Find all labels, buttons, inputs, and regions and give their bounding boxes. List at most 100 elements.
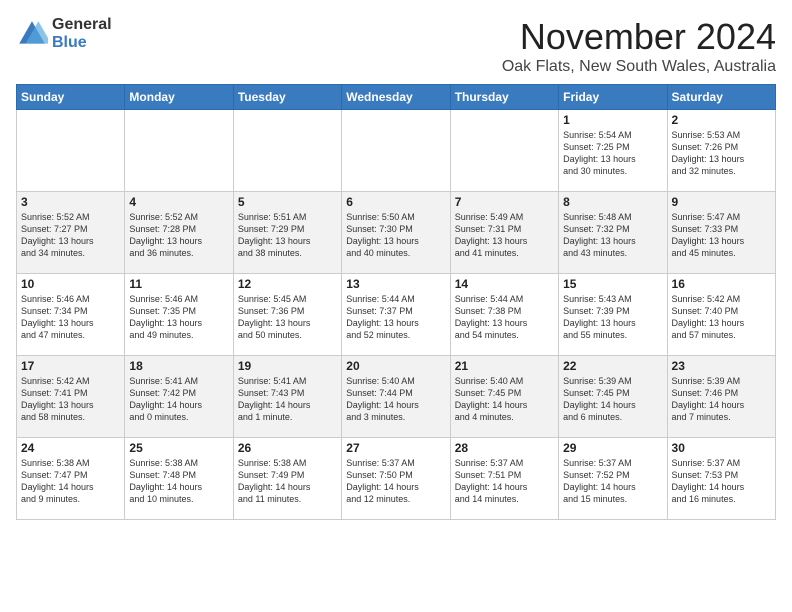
- calendar-cell: 6Sunrise: 5:50 AM Sunset: 7:30 PM Daylig…: [342, 192, 450, 274]
- calendar-cell: 13 Sunrise: 5:44 AM Sunset: 7:37 PM Dayli…: [342, 274, 450, 356]
- day-info: Sunrise: 5:38 AM Sunset: 7:47 PM Dayligh…: [21, 457, 120, 506]
- calendar-cell: [125, 110, 233, 192]
- logo: General Blue: [16, 16, 112, 51]
- header-row: SundayMondayTuesdayWednesdayThursdayFrid…: [17, 85, 776, 110]
- calendar-week-row: 3 Sunrise: 5:52 AM Sunset: 7:27 PM Daylig…: [17, 192, 776, 274]
- calendar-cell: 20 Sunrise: 5:40 AM Sunset: 7:44 PM Dayli…: [342, 356, 450, 438]
- day-info: Sunrise: 5:37 AM Sunset: 7:53 PM Dayligh…: [672, 457, 771, 506]
- calendar-cell: [17, 110, 125, 192]
- day-number: 16: [672, 277, 771, 291]
- calendar-week-row: 24 Sunrise: 5:38 AM Sunset: 7:47 PM Dayli…: [17, 438, 776, 520]
- day-number: 29: [563, 441, 662, 455]
- day-info: Sunrise: 5:45 AM Sunset: 7:36 PM Dayligh…: [238, 293, 337, 342]
- day-info: Sunrise: 5:39 AM Sunset: 7:45 PM Dayligh…: [563, 375, 662, 424]
- day-info: Sunrise: 5:41 AM Sunset: 7:42 PM Dayligh…: [129, 375, 228, 424]
- calendar-cell: 16Sunrise: 5:42 AM Sunset: 7:40 PM Dayli…: [667, 274, 775, 356]
- calendar-header: SundayMondayTuesdayWednesdayThursdayFrid…: [17, 85, 776, 110]
- header-area: General Blue November 2024 Oak Flats, Ne…: [16, 16, 776, 76]
- day-number: 3: [21, 195, 120, 209]
- day-info: Sunrise: 5:38 AM Sunset: 7:49 PM Dayligh…: [238, 457, 337, 506]
- day-info: Sunrise: 5:42 AM Sunset: 7:41 PM Dayligh…: [21, 375, 120, 424]
- day-info: Sunrise: 5:49 AM Sunset: 7:31 PM Dayligh…: [455, 211, 554, 260]
- day-info: Sunrise: 5:48 AM Sunset: 7:32 PM Dayligh…: [563, 211, 662, 260]
- day-info: Sunrise: 5:44 AM Sunset: 7:37 PM Dayligh…: [346, 293, 445, 342]
- weekday-header: Wednesday: [342, 85, 450, 110]
- day-info: Sunrise: 5:44 AM Sunset: 7:38 PM Dayligh…: [455, 293, 554, 342]
- day-info: Sunrise: 5:47 AM Sunset: 7:33 PM Dayligh…: [672, 211, 771, 260]
- day-number: 24: [21, 441, 120, 455]
- calendar-cell: 30 Sunrise: 5:37 AM Sunset: 7:53 PM Dayli…: [667, 438, 775, 520]
- day-number: 8: [563, 195, 662, 209]
- calendar-week-row: 10 Sunrise: 5:46 AM Sunset: 7:34 PM Dayli…: [17, 274, 776, 356]
- calendar-cell: 8 Sunrise: 5:48 AM Sunset: 7:32 PM Daylig…: [559, 192, 667, 274]
- day-number: 26: [238, 441, 337, 455]
- day-number: 30: [672, 441, 771, 455]
- calendar-cell: 2Sunrise: 5:53 AM Sunset: 7:26 PM Daylig…: [667, 110, 775, 192]
- title-area: November 2024 Oak Flats, New South Wales…: [502, 16, 776, 76]
- calendar-table: SundayMondayTuesdayWednesdayThursdayFrid…: [16, 84, 776, 520]
- weekday-header: Friday: [559, 85, 667, 110]
- calendar-cell: 3 Sunrise: 5:52 AM Sunset: 7:27 PM Daylig…: [17, 192, 125, 274]
- day-number: 15: [563, 277, 662, 291]
- day-number: 28: [455, 441, 554, 455]
- day-number: 20: [346, 359, 445, 373]
- day-number: 5: [238, 195, 337, 209]
- calendar-cell: 15Sunrise: 5:43 AM Sunset: 7:39 PM Dayli…: [559, 274, 667, 356]
- day-number: 9: [672, 195, 771, 209]
- weekday-header: Tuesday: [233, 85, 341, 110]
- day-info: Sunrise: 5:37 AM Sunset: 7:52 PM Dayligh…: [563, 457, 662, 506]
- day-number: 13: [346, 277, 445, 291]
- logo-blue-text: Blue: [52, 34, 112, 52]
- day-number: 1: [563, 113, 662, 127]
- weekday-header: Thursday: [450, 85, 558, 110]
- weekday-header: Monday: [125, 85, 233, 110]
- calendar-cell: 1Sunrise: 5:54 AM Sunset: 7:25 PM Daylig…: [559, 110, 667, 192]
- location-title: Oak Flats, New South Wales, Australia: [502, 58, 776, 76]
- day-number: 12: [238, 277, 337, 291]
- day-info: Sunrise: 5:37 AM Sunset: 7:51 PM Dayligh…: [455, 457, 554, 506]
- month-title: November 2024: [502, 16, 776, 58]
- day-info: Sunrise: 5:51 AM Sunset: 7:29 PM Dayligh…: [238, 211, 337, 260]
- day-number: 7: [455, 195, 554, 209]
- day-number: 19: [238, 359, 337, 373]
- day-info: Sunrise: 5:39 AM Sunset: 7:46 PM Dayligh…: [672, 375, 771, 424]
- day-info: Sunrise: 5:46 AM Sunset: 7:35 PM Dayligh…: [129, 293, 228, 342]
- logo-text: General Blue: [52, 16, 112, 51]
- day-info: Sunrise: 5:46 AM Sunset: 7:34 PM Dayligh…: [21, 293, 120, 342]
- calendar-body: 1Sunrise: 5:54 AM Sunset: 7:25 PM Daylig…: [17, 110, 776, 520]
- calendar-week-row: 17 Sunrise: 5:42 AM Sunset: 7:41 PM Dayli…: [17, 356, 776, 438]
- calendar-cell: 24 Sunrise: 5:38 AM Sunset: 7:47 PM Dayli…: [17, 438, 125, 520]
- logo-icon: [16, 18, 48, 50]
- weekday-header: Sunday: [17, 85, 125, 110]
- day-number: 25: [129, 441, 228, 455]
- logo-general-text: General: [52, 16, 112, 34]
- day-number: 14: [455, 277, 554, 291]
- day-number: 27: [346, 441, 445, 455]
- day-info: Sunrise: 5:40 AM Sunset: 7:44 PM Dayligh…: [346, 375, 445, 424]
- calendar-cell: [450, 110, 558, 192]
- day-number: 22: [563, 359, 662, 373]
- calendar-cell: 27 Sunrise: 5:37 AM Sunset: 7:50 PM Dayli…: [342, 438, 450, 520]
- calendar-cell: 18 Sunrise: 5:41 AM Sunset: 7:42 PM Dayli…: [125, 356, 233, 438]
- calendar-cell: 14 Sunrise: 5:44 AM Sunset: 7:38 PM Dayli…: [450, 274, 558, 356]
- day-number: 23: [672, 359, 771, 373]
- day-number: 11: [129, 277, 228, 291]
- calendar-cell: 4Sunrise: 5:52 AM Sunset: 7:28 PM Daylig…: [125, 192, 233, 274]
- calendar-cell: 22 Sunrise: 5:39 AM Sunset: 7:45 PM Dayli…: [559, 356, 667, 438]
- calendar-cell: [233, 110, 341, 192]
- day-number: 2: [672, 113, 771, 127]
- day-info: Sunrise: 5:37 AM Sunset: 7:50 PM Dayligh…: [346, 457, 445, 506]
- calendar-cell: 7 Sunrise: 5:49 AM Sunset: 7:31 PM Daylig…: [450, 192, 558, 274]
- day-number: 17: [21, 359, 120, 373]
- day-number: 4: [129, 195, 228, 209]
- day-number: 18: [129, 359, 228, 373]
- day-info: Sunrise: 5:40 AM Sunset: 7:45 PM Dayligh…: [455, 375, 554, 424]
- calendar-cell: 25 Sunrise: 5:38 AM Sunset: 7:48 PM Dayli…: [125, 438, 233, 520]
- calendar-cell: 11 Sunrise: 5:46 AM Sunset: 7:35 PM Dayli…: [125, 274, 233, 356]
- day-info: Sunrise: 5:50 AM Sunset: 7:30 PM Dayligh…: [346, 211, 445, 260]
- day-info: Sunrise: 5:52 AM Sunset: 7:27 PM Dayligh…: [21, 211, 120, 260]
- day-number: 10: [21, 277, 120, 291]
- calendar-cell: 29 Sunrise: 5:37 AM Sunset: 7:52 PM Dayli…: [559, 438, 667, 520]
- calendar-cell: 19Sunrise: 5:41 AM Sunset: 7:43 PM Dayli…: [233, 356, 341, 438]
- day-info: Sunrise: 5:38 AM Sunset: 7:48 PM Dayligh…: [129, 457, 228, 506]
